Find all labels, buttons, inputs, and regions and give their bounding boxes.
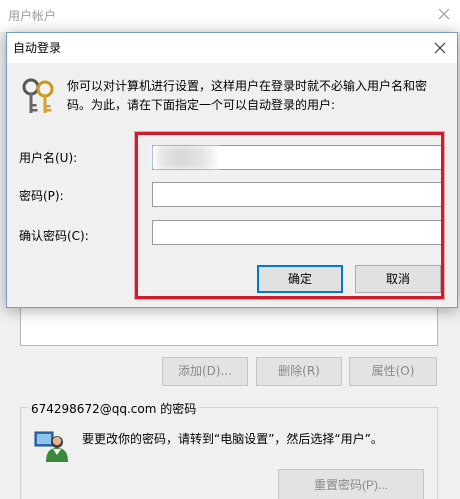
remove-user-button[interactable]: 删除(R) [256, 357, 342, 386]
password-input[interactable] [152, 182, 442, 207]
ok-button[interactable]: 确定 [257, 265, 343, 293]
user-icon [34, 431, 68, 462]
auto-login-titlebar: 自动登录 [7, 33, 457, 63]
password-instruction-text: 要更改你的密码，请转到“电脑设置”，然后选择“用户”。 [82, 432, 383, 446]
auto-login-description: 你可以对计算机进行设置，这样用户在登录时就不必输入用户名和密码。为此，请在下面指… [67, 79, 428, 112]
user-name-label: 用户名(U): [19, 151, 78, 165]
confirm-password-label: 确认密码(C): [19, 229, 89, 243]
password-group-legend: 674298672@qq.com 的密码 [28, 400, 200, 417]
user-accounts-titlebar: 用户帐户 [0, 0, 460, 32]
cancel-button[interactable]: 取消 [355, 265, 441, 293]
add-user-button[interactable]: 添加(D)... [162, 357, 248, 386]
properties-button[interactable]: 属性(O) [349, 357, 437, 386]
password-label: 密码(P): [19, 189, 64, 203]
auto-login-title: 自动登录 [13, 41, 62, 55]
keys-icon [22, 78, 54, 113]
auto-login-dialog: 自动登录 你可以对计算机进行设置，这样用户在登录时就不必输入用户名和密码。为此，… [6, 32, 458, 308]
close-icon[interactable] [434, 4, 454, 24]
redacted-user-name [153, 146, 219, 169]
reset-password-button[interactable]: 重置密码(P)... [278, 469, 424, 499]
close-icon[interactable] [431, 39, 449, 57]
user-accounts-title: 用户帐户 [8, 9, 57, 23]
confirm-password-input[interactable] [152, 220, 442, 245]
